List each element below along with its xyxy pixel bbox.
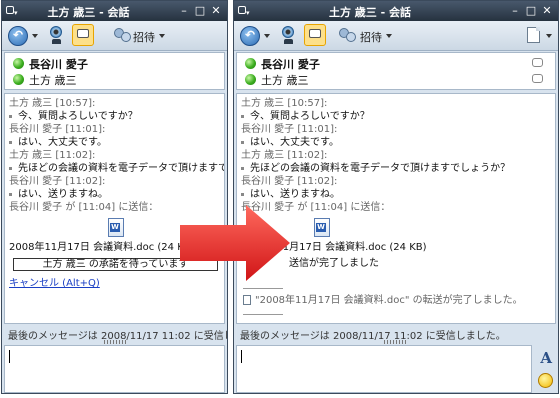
chevron-down-icon[interactable]	[159, 34, 165, 38]
arrow-shape	[180, 205, 290, 281]
close-icon[interactable]: ✕	[540, 4, 554, 17]
message-text: はい、大丈夫です。	[241, 136, 339, 149]
message-header: 土方 歳三 [11:02]:	[9, 150, 96, 161]
message-text: はい、送りますね。	[9, 188, 108, 201]
message-text: はい、送りますね。	[241, 188, 340, 201]
minimize-icon[interactable]: –	[177, 4, 191, 17]
message-input[interactable]	[236, 345, 532, 393]
word-document-icon[interactable]: W	[108, 218, 124, 237]
transition-arrow-icon	[180, 205, 290, 281]
webcam-icon[interactable]	[47, 26, 65, 46]
message-text: 先ほどの会議の資料を電子データで頂けますでしょうか？	[241, 162, 510, 175]
chat-bubble-icon[interactable]	[304, 24, 326, 46]
resize-grip[interactable]	[384, 340, 408, 344]
word-document-icon[interactable]: W	[314, 218, 330, 237]
font-icon[interactable]: A	[540, 349, 552, 367]
emoticon-icon[interactable]	[538, 373, 553, 388]
back-arrow-icon[interactable]: ↶	[8, 26, 28, 46]
transfer-header: 長谷川 愛子 が [11:04] に送信：	[9, 202, 159, 213]
title-bar[interactable]: ▾ 土方 歳三 - 会話 – □ ✕	[2, 1, 227, 21]
speech-bubble-icon	[532, 58, 543, 67]
chevron-down-icon[interactable]	[264, 34, 270, 38]
maximize-icon[interactable]: □	[524, 4, 538, 17]
message-header: 長谷川 愛子 [11:01]:	[241, 124, 338, 135]
chevron-down-icon[interactable]	[546, 34, 552, 38]
toolbar: ↶ 招待	[2, 21, 227, 51]
cancel-link[interactable]: キャンセル (Alt+Q)	[9, 274, 100, 289]
chevron-down-icon[interactable]	[386, 34, 392, 38]
conversation-window-left: ▾ 土方 歳三 - 会話 – □ ✕ ↶ 招待 長谷川 愛子 土方 歳三 土方 …	[1, 0, 228, 394]
transfer-notice: "2008年11月17日 会議資料.doc" の転送が完了しました。	[255, 295, 523, 306]
conversation-window-right: ▾ 土方 歳三 - 会話 – □ ✕ ↶ 招待 長谷川 愛子 土方 歳三 土方 …	[233, 0, 559, 394]
online-status-icon	[245, 74, 256, 85]
close-icon[interactable]: ✕	[209, 4, 223, 17]
invite-people-icon[interactable]	[339, 26, 357, 46]
message-header: 土方 歳三 [10:57]:	[241, 98, 328, 109]
resize-grip[interactable]	[104, 340, 128, 344]
online-status-icon	[245, 58, 256, 69]
maximize-icon[interactable]: □	[193, 4, 207, 17]
message-text: 先ほどの会議の資料を電子データで頂けますでしょうか？	[9, 162, 224, 175]
message-header: 長谷川 愛子 [11:01]:	[9, 124, 106, 135]
online-status-icon	[13, 58, 24, 69]
chevron-down-icon[interactable]	[32, 34, 38, 38]
invite-button[interactable]: 招待	[133, 29, 155, 45]
message-text: はい、大丈夫です。	[9, 136, 107, 149]
chat-bubble-icon[interactable]	[72, 24, 94, 46]
document-icon[interactable]	[527, 27, 540, 43]
divider	[243, 288, 283, 289]
message-header: 長谷川 愛子 [11:02]:	[241, 176, 338, 187]
minimize-icon[interactable]: –	[508, 4, 522, 17]
status-bar: 最後のメッセージは 2008/11/17 11:02 に受信しました。	[240, 331, 506, 342]
transfer-complete-text: 送信が完了しました	[289, 258, 379, 269]
speech-bubble-icon	[532, 74, 543, 83]
participant-list: 長谷川 愛子 土方 歳三	[4, 52, 225, 90]
message-header: 土方 歳三 [11:02]:	[241, 150, 328, 161]
message-input[interactable]	[4, 345, 225, 393]
message-text: 今、質問よろしいですか？	[9, 110, 138, 123]
invite-people-icon[interactable]	[114, 26, 132, 46]
online-status-icon	[13, 74, 24, 85]
window-title: 土方 歳三 - 会話	[328, 6, 412, 19]
webcam-icon[interactable]	[279, 26, 297, 46]
back-arrow-icon[interactable]: ↶	[240, 26, 260, 46]
invite-button[interactable]: 招待	[360, 29, 382, 45]
file-notice-icon	[243, 295, 251, 305]
window-title: 土方 歳三 - 会話	[47, 6, 130, 19]
toolbar: ↶ 招待	[234, 21, 558, 51]
title-bar[interactable]: ▾ 土方 歳三 - 会話 – □ ✕	[234, 1, 558, 21]
divider	[243, 314, 283, 315]
participant-list: 長谷川 愛子 土方 歳三	[236, 52, 556, 90]
message-header: 長谷川 愛子 [11:02]:	[9, 176, 106, 187]
file-name: 2008年11月17日 会議資料.doc (24 KB)	[9, 242, 195, 253]
message-header: 土方 歳三 [10:57]:	[9, 98, 96, 109]
message-text: 今、質問よろしいですか？	[241, 110, 370, 123]
